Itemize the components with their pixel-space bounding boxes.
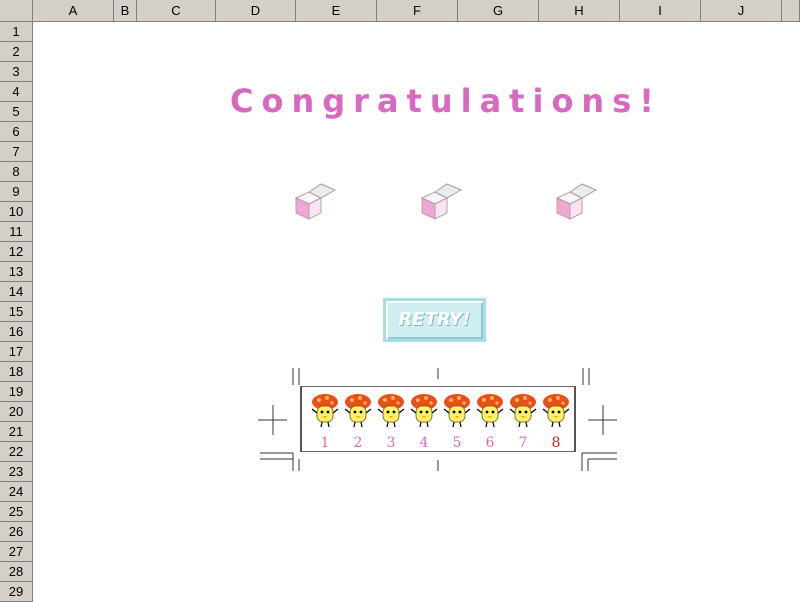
- mushroom-cap-chick-icon[interactable]: [376, 393, 406, 429]
- row-header[interactable]: 7: [0, 142, 33, 162]
- row-header[interactable]: 8: [0, 162, 33, 182]
- column-header[interactable]: J: [701, 0, 782, 22]
- mushroom-cap-chick-icon[interactable]: [343, 393, 373, 429]
- gift-box-1[interactable]: [293, 180, 343, 222]
- character-selection-panel: 12345678: [300, 386, 576, 452]
- open-gift-box-icon: [555, 183, 598, 220]
- column-header[interactable]: B: [114, 0, 137, 22]
- character-number[interactable]: 8: [541, 435, 571, 451]
- row-header[interactable]: 1: [0, 22, 33, 42]
- character-number[interactable]: 4: [409, 435, 439, 451]
- column-header[interactable]: D: [216, 0, 296, 22]
- mushroom-cap-chick-icon[interactable]: [475, 393, 505, 429]
- row-header[interactable]: 13: [0, 262, 33, 282]
- row-header[interactable]: 28: [0, 562, 33, 582]
- row-header[interactable]: 10: [0, 202, 33, 222]
- row-header[interactable]: 24: [0, 482, 33, 502]
- character-number[interactable]: 7: [508, 435, 538, 451]
- column-header[interactable]: I: [620, 0, 701, 22]
- row-header[interactable]: 17: [0, 342, 33, 362]
- retry-button[interactable]: RETRY!: [383, 298, 486, 342]
- row-header[interactable]: 2: [0, 42, 33, 62]
- row-header[interactable]: 19: [0, 382, 33, 402]
- row-header[interactable]: 12: [0, 242, 33, 262]
- row-header[interactable]: 3: [0, 62, 33, 82]
- row-header[interactable]: 11: [0, 222, 33, 242]
- open-gift-box-icon: [294, 183, 337, 220]
- row-header[interactable]: 16: [0, 322, 33, 342]
- select-all-corner[interactable]: [0, 0, 33, 22]
- mushroom-cap-chick-icon[interactable]: [310, 393, 340, 429]
- row-header[interactable]: 18: [0, 362, 33, 382]
- mushroom-cap-chick-icon[interactable]: [541, 393, 571, 429]
- column-header[interactable]: E: [296, 0, 377, 22]
- character-number[interactable]: 3: [376, 435, 406, 451]
- row-header[interactable]: 14: [0, 282, 33, 302]
- row-header[interactable]: 20: [0, 402, 33, 422]
- row-header[interactable]: 21: [0, 422, 33, 442]
- gift-box-3[interactable]: [554, 180, 604, 222]
- column-header[interactable]: F: [377, 0, 458, 22]
- character-number[interactable]: 5: [442, 435, 472, 451]
- column-header[interactable]: H: [539, 0, 620, 22]
- row-header[interactable]: 23: [0, 462, 33, 482]
- column-header-partial[interactable]: [782, 0, 800, 22]
- gift-box-2[interactable]: [419, 180, 469, 222]
- character-number[interactable]: 6: [475, 435, 505, 451]
- character-number[interactable]: 2: [343, 435, 373, 451]
- mushroom-cap-chick-icon[interactable]: [508, 393, 538, 429]
- column-header[interactable]: C: [137, 0, 216, 22]
- column-header[interactable]: G: [458, 0, 539, 22]
- mushroom-cap-chick-icon[interactable]: [409, 393, 439, 429]
- congratulations-title: Congratulations!: [230, 82, 662, 120]
- row-header[interactable]: 5: [0, 102, 33, 122]
- row-header[interactable]: 26: [0, 522, 33, 542]
- row-header[interactable]: 6: [0, 122, 33, 142]
- row-header[interactable]: 22: [0, 442, 33, 462]
- row-header[interactable]: 15: [0, 302, 33, 322]
- row-header[interactable]: 29: [0, 582, 33, 602]
- row-header[interactable]: 4: [0, 82, 33, 102]
- open-gift-box-icon: [420, 183, 463, 220]
- row-header[interactable]: 9: [0, 182, 33, 202]
- column-header[interactable]: A: [33, 0, 114, 22]
- mushroom-cap-chick-icon[interactable]: [442, 393, 472, 429]
- character-number[interactable]: 1: [310, 435, 340, 451]
- row-header[interactable]: 25: [0, 502, 33, 522]
- row-header[interactable]: 27: [0, 542, 33, 562]
